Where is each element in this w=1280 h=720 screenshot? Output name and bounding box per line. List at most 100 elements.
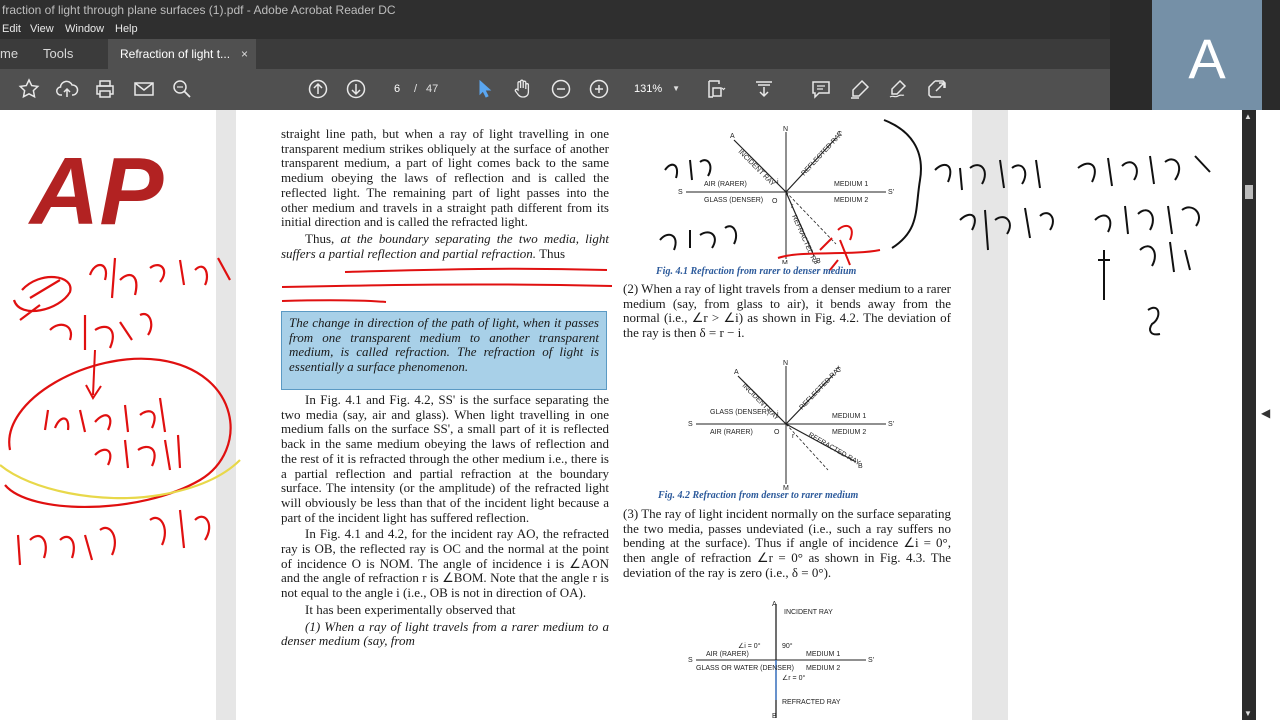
fig3-label-b: B <box>772 713 777 720</box>
close-tab-icon[interactable]: × <box>241 39 248 69</box>
share-icon[interactable] <box>925 77 949 101</box>
vertical-scrollbar[interactable]: ▲ ▼ <box>1242 110 1256 720</box>
comment-icon[interactable] <box>809 77 833 101</box>
fig1-label-m: M <box>782 260 788 264</box>
paragraph-6: (1) When a ray of light travels from a r… <box>281 618 609 649</box>
pdf-page: straight line path, but when a ray of li… <box>236 110 972 720</box>
fig3-label-angle-i: ∠i = 0° <box>738 642 761 650</box>
paragraph-1: straight line path, but when a ray of li… <box>281 126 609 230</box>
menu-view[interactable]: View <box>30 20 54 39</box>
prev-page-icon[interactable] <box>306 77 330 101</box>
fig2-label-s-prime: S' <box>888 421 894 428</box>
scroll-down-icon[interactable]: ▼ <box>1244 709 1252 718</box>
fig3-label-refracted: REFRACTED RAY <box>782 699 841 706</box>
definition-box: The change in direction of the path of l… <box>281 311 607 390</box>
avatar: A <box>1152 0 1262 110</box>
paragraph-2-end: Thus <box>539 245 566 261</box>
window-title: fraction of light through plane surfaces… <box>0 0 1110 20</box>
page-total: 47 <box>426 83 439 95</box>
fig2-label-air: AIR (RARER) <box>710 429 753 436</box>
fig3-label-medium2: MEDIUM 2 <box>806 665 840 672</box>
figure-4-3: A S S' B INCIDENT RAY AIR (RARER) GLASS … <box>688 601 874 720</box>
figure-4-2-caption: Fig. 4.2 Refraction from denser to rarer… <box>658 490 859 501</box>
menu-edit[interactable]: Edit <box>2 20 21 39</box>
tab-home[interactable]: me <box>0 46 18 61</box>
right-pane-toggle[interactable]: ◀ <box>1256 110 1280 720</box>
fig1-label-medium1: MEDIUM 1 <box>834 181 868 188</box>
figure-4-1-caption: Fig. 4.1 Refraction from rarer to denser… <box>656 266 857 277</box>
fit-page-icon[interactable] <box>704 77 728 101</box>
fig3-label-a: A <box>772 601 777 608</box>
fig2-label-s: S <box>688 421 693 428</box>
fig3-label-s-prime: S' <box>868 657 874 664</box>
select-cursor-icon[interactable] <box>472 77 496 101</box>
fig1-label-s: S <box>678 189 683 196</box>
upload-icon[interactable] <box>55 77 79 101</box>
page-number-input[interactable]: 6 <box>384 78 410 100</box>
hand-icon[interactable] <box>510 77 534 101</box>
paragraph-col2-2: (3) The ray of light incident normally o… <box>623 506 951 580</box>
paragraph-5: It has been experimentally observed that <box>305 601 516 617</box>
print-icon[interactable] <box>93 77 117 101</box>
paragraph-4: In Fig. 4.1 and 4.2, for the incident ra… <box>281 526 609 601</box>
menu-window[interactable]: Window <box>65 20 104 39</box>
zoom-in-icon[interactable] <box>587 77 611 101</box>
fig2-label-r: r <box>792 433 795 440</box>
fig3-label-angle-r: ∠r = 0° <box>782 674 805 682</box>
page-separator: / <box>414 83 418 95</box>
search-icon[interactable] <box>170 77 194 101</box>
fig2-label-a: A <box>734 369 739 376</box>
fig2-label-refracted: REFRACTED RAY <box>807 432 862 468</box>
paragraph-2: Thus, at the boundary separating the two… <box>281 230 609 261</box>
ap-logo: AP <box>28 138 164 236</box>
fig2-label-incident: INCIDENT RAY <box>741 382 781 422</box>
zoom-select[interactable]: 131% ▼ <box>624 78 688 100</box>
fig1-label-refracted: REFRACTED RAY <box>790 214 820 264</box>
fig1-label-a: A <box>730 133 735 140</box>
fig3-label-incident: INCIDENT RAY <box>784 609 833 616</box>
fig1-label-air: AIR (RARER) <box>704 181 747 188</box>
fig2-label-medium1: MEDIUM 1 <box>832 413 866 420</box>
menu-bar: Edit View Window Help <box>0 20 1110 39</box>
fig3-label-glass: GLASS OR WATER (DENSER) <box>696 665 794 672</box>
paragraph-2-lead: Thus, <box>305 230 335 246</box>
ap-logo-text: AP <box>28 138 164 236</box>
fig2-label-o: O <box>774 429 780 436</box>
scroll-up-icon[interactable]: ▲ <box>1244 112 1252 121</box>
fig3-label-90: 90° <box>782 642 793 650</box>
menu-help[interactable]: Help <box>115 20 138 39</box>
fig1-label-n: N <box>783 126 788 133</box>
fig3-label-s: S <box>688 657 693 664</box>
zoom-out-icon[interactable] <box>549 77 573 101</box>
highlight-icon[interactable] <box>848 77 872 101</box>
expand-pane-icon[interactable]: ◀ <box>1261 406 1270 420</box>
fig3-label-medium1: MEDIUM 1 <box>806 651 840 658</box>
fig1-label-glass: GLASS (DENSER) <box>704 197 763 204</box>
fig2-label-reflected: REFLECTED RAY <box>798 365 843 411</box>
chevron-down-icon: ▼ <box>672 84 680 93</box>
figure-4-2: A N C S S' O M B i r GLASS (DENSER) AIR … <box>688 360 894 490</box>
page-gutter-right <box>972 110 1008 720</box>
fig2-label-medium2: MEDIUM 2 <box>832 429 866 436</box>
paragraph-3: In Fig. 4.1 and Fig. 4.2, SS' is the sur… <box>281 392 609 525</box>
mail-icon[interactable] <box>132 77 156 101</box>
tab-document-label: Refraction of light t... <box>120 47 231 61</box>
scrollbar-thumb[interactable] <box>1245 185 1253 199</box>
fig3-label-air: AIR (RARER) <box>706 651 749 658</box>
column-left-bottom: In Fig. 4.1 and Fig. 4.2, SS' is the sur… <box>281 392 609 651</box>
fig1-label-o: O <box>772 198 778 205</box>
scroll-mode-icon[interactable] <box>752 77 776 101</box>
fig2-label-glass: GLASS (DENSER) <box>710 409 769 416</box>
figure-4-1: A N C S S' O M B i r AIR (RARER) GLASS (… <box>678 126 894 264</box>
next-page-icon[interactable] <box>344 77 368 101</box>
acrobat-window: fraction of light through plane surfaces… <box>0 0 1280 720</box>
star-icon[interactable] <box>17 77 41 101</box>
fig1-label-medium2: MEDIUM 2 <box>834 197 868 204</box>
sign-icon[interactable] <box>886 77 910 101</box>
toolbar: 6 / 47 131% ▼ <box>0 69 1110 110</box>
fig2-label-n: N <box>783 360 788 367</box>
paragraph-col2-1: (2) When a ray of light travels from a d… <box>623 281 951 341</box>
tab-document[interactable]: Refraction of light t... × <box>108 39 256 69</box>
tab-bar: me Tools Refraction of light t... × <box>0 39 1110 69</box>
tab-tools[interactable]: Tools <box>43 46 73 61</box>
